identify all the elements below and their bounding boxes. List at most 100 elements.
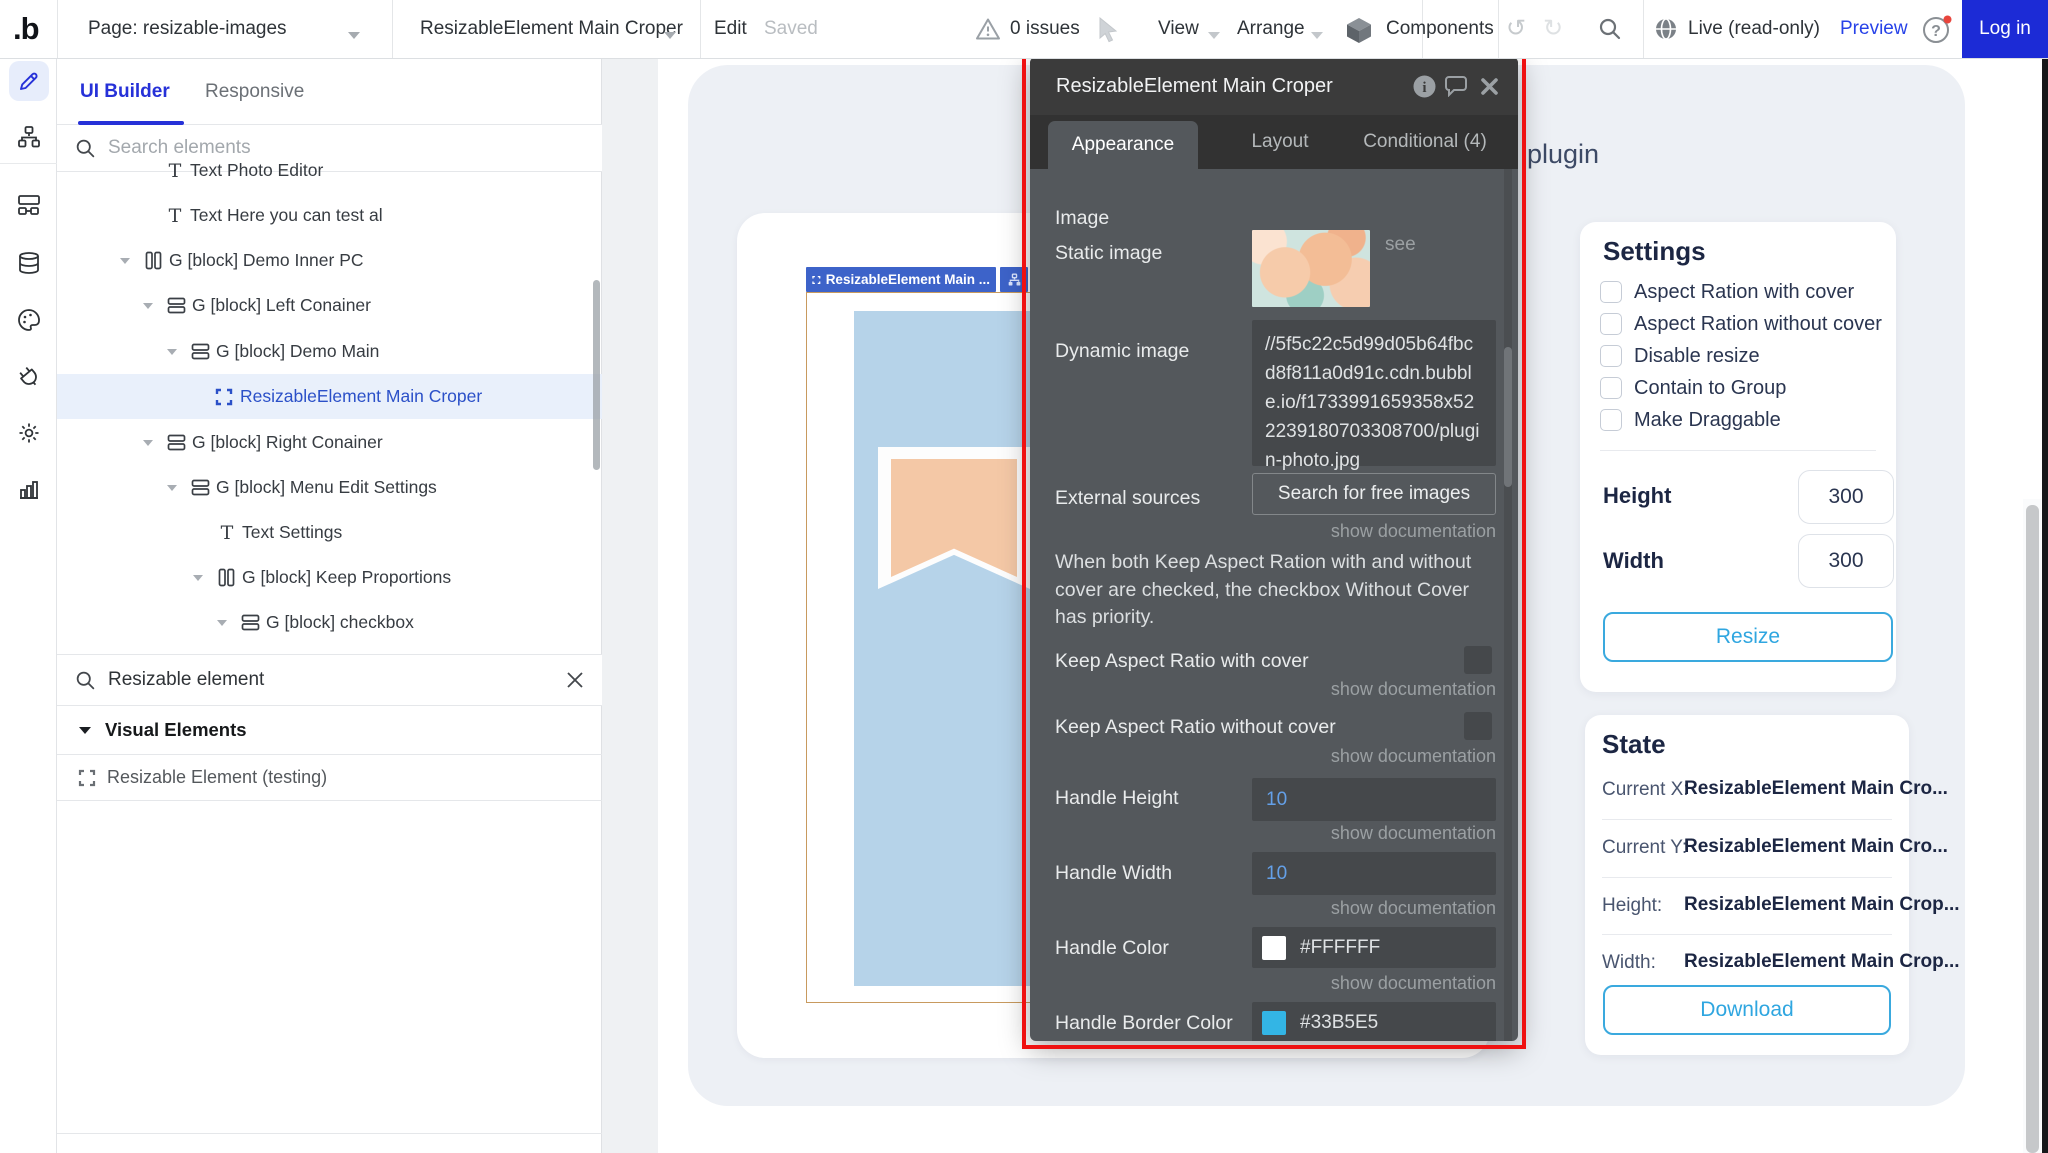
tree-row[interactable]: G [block] Keep Proportions bbox=[57, 555, 602, 600]
checkbox[interactable] bbox=[1600, 377, 1622, 399]
chevron-down-icon[interactable] bbox=[1311, 26, 1323, 44]
tree-row[interactable]: G [block] Demo Main bbox=[57, 329, 602, 374]
collapse-caret-icon[interactable] bbox=[167, 349, 177, 355]
login-button[interactable]: Log in bbox=[1962, 0, 2048, 58]
element-selector[interactable]: ResizableElement Main Croper bbox=[420, 0, 683, 58]
palette-item[interactable]: Resizable Element (testing) bbox=[57, 755, 602, 801]
components-menu[interactable]: Components bbox=[1386, 0, 1494, 58]
checkbox-row[interactable]: Aspect Ration with cover bbox=[1600, 277, 1854, 307]
search-free-images-button[interactable]: Search for free images bbox=[1252, 473, 1496, 515]
collapse-caret-icon[interactable] bbox=[193, 575, 203, 581]
resize-button[interactable]: Resize bbox=[1603, 612, 1893, 662]
height-input[interactable] bbox=[1798, 470, 1894, 524]
tree-row[interactable]: T Text Here you can test al bbox=[57, 193, 602, 238]
download-button[interactable]: Download bbox=[1603, 985, 1891, 1035]
tab-appearance[interactable]: Appearance bbox=[1048, 121, 1198, 169]
styles-palette-icon[interactable] bbox=[9, 300, 49, 340]
inspector-scrollbar-thumb[interactable] bbox=[1504, 347, 1512, 487]
design-pencil-icon[interactable] bbox=[9, 61, 49, 101]
tree-scrollbar[interactable] bbox=[593, 280, 600, 470]
show-documentation-link[interactable]: show documentation bbox=[1252, 973, 1496, 994]
collapse-caret-icon[interactable] bbox=[143, 440, 153, 446]
color-swatch[interactable] bbox=[1262, 936, 1286, 960]
tree-row[interactable]: G [block] Right Conainer bbox=[57, 420, 602, 465]
database-icon[interactable] bbox=[9, 243, 49, 283]
preview-button[interactable]: Preview bbox=[1840, 0, 1908, 58]
tree-row[interactable]: G [block] checkbox bbox=[57, 600, 602, 645]
chevron-down-icon[interactable] bbox=[664, 26, 676, 44]
handle-width-input[interactable] bbox=[1252, 852, 1496, 895]
handle-color-input[interactable]: #FFFFFF bbox=[1252, 927, 1496, 968]
help-icon[interactable]: ? bbox=[1922, 15, 1954, 45]
show-documentation-link[interactable]: show documentation bbox=[1252, 679, 1496, 700]
tab-conditional[interactable]: Conditional (4) bbox=[1350, 115, 1500, 169]
collapse-caret-icon[interactable] bbox=[217, 620, 227, 626]
static-image-thumbnail[interactable] bbox=[1252, 230, 1370, 307]
window-scrollbar-thumb[interactable] bbox=[2026, 505, 2039, 1153]
page-selector[interactable]: Page: resizable-images bbox=[88, 0, 287, 58]
collapse-caret-icon[interactable] bbox=[143, 303, 153, 309]
keep-aspect-with-cover-checkbox[interactable] bbox=[1464, 646, 1492, 674]
show-documentation-link[interactable]: show documentation bbox=[1252, 521, 1496, 542]
tree-row[interactable]: G [block] Demo Inner PC bbox=[57, 238, 602, 283]
tree-row[interactable]: T Text Photo Editor bbox=[57, 148, 602, 193]
info-icon[interactable]: i bbox=[1412, 74, 1436, 98]
chevron-down-icon[interactable] bbox=[1208, 26, 1220, 44]
keep-aspect-without-cover-checkbox[interactable] bbox=[1464, 712, 1492, 740]
tree-row[interactable]: T Text Settings bbox=[57, 510, 602, 555]
bubble-logo[interactable]: .b bbox=[13, 0, 39, 58]
see-link[interactable]: see bbox=[1385, 234, 1416, 256]
redo-icon[interactable]: ↻ bbox=[1543, 14, 1563, 43]
checkbox[interactable] bbox=[1600, 313, 1622, 335]
checkbox-row[interactable]: Make Draggable bbox=[1600, 405, 1781, 435]
checkbox[interactable] bbox=[1600, 409, 1622, 431]
selected-element-tag[interactable]: ResizableElement Main ... bbox=[806, 267, 996, 292]
tree-row-selected[interactable]: ResizableElement Main Croper bbox=[57, 374, 602, 419]
logs-chart-icon[interactable] bbox=[9, 469, 49, 509]
tab-responsive[interactable]: Responsive bbox=[205, 59, 304, 125]
inspector-scrollbar-track[interactable] bbox=[1504, 169, 1512, 1041]
comment-icon[interactable] bbox=[1444, 74, 1468, 98]
collapse-caret-icon[interactable] bbox=[167, 485, 177, 491]
inspector-header[interactable]: ResizableElement Main Croper i bbox=[1030, 57, 1518, 115]
dynamic-image-input[interactable]: //5f5c22c5d99d05b64fbcd8f811a0d91c.cdn.b… bbox=[1252, 320, 1496, 466]
settings-gear-icon[interactable] bbox=[9, 413, 49, 453]
tab-ui-builder[interactable]: UI Builder bbox=[80, 59, 170, 125]
edit-menu[interactable]: Edit bbox=[714, 0, 747, 58]
visual-elements-section[interactable]: Visual Elements bbox=[57, 706, 602, 755]
element-workflow-tag[interactable] bbox=[1000, 267, 1028, 292]
checkbox-row[interactable]: Disable resize bbox=[1600, 341, 1760, 371]
divider bbox=[1498, 0, 1499, 58]
live-mode-label[interactable]: Live (read-only) bbox=[1688, 0, 1820, 58]
plugins-plug-icon[interactable] bbox=[9, 357, 49, 397]
chevron-down-icon[interactable] bbox=[348, 26, 360, 44]
view-menu[interactable]: View bbox=[1158, 0, 1199, 58]
clear-search-icon[interactable] bbox=[566, 671, 584, 689]
tree-row[interactable]: G [block] Left Conainer bbox=[57, 283, 602, 328]
checkbox-row[interactable]: Contain to Group bbox=[1600, 373, 1786, 403]
width-input[interactable] bbox=[1798, 534, 1894, 588]
checkbox-row[interactable]: Aspect Ration without cover bbox=[1600, 309, 1882, 339]
palette-search[interactable] bbox=[57, 654, 602, 706]
components-cube-icon[interactable] bbox=[1344, 15, 1374, 45]
color-swatch[interactable] bbox=[1262, 1011, 1286, 1035]
tree-row[interactable]: G [block] Menu Edit Settings bbox=[57, 465, 602, 510]
checkbox[interactable] bbox=[1600, 281, 1622, 303]
show-documentation-link[interactable]: show documentation bbox=[1252, 898, 1496, 919]
arrange-menu[interactable]: Arrange bbox=[1237, 0, 1305, 58]
issues-counter[interactable]: 0 issues bbox=[1010, 0, 1080, 58]
checkbox[interactable] bbox=[1600, 345, 1622, 367]
close-icon[interactable] bbox=[1477, 74, 1501, 98]
palette-search-input[interactable] bbox=[108, 669, 554, 691]
handle-height-input[interactable] bbox=[1252, 778, 1496, 821]
collapse-caret-icon[interactable] bbox=[120, 258, 130, 264]
show-documentation-link[interactable]: show documentation bbox=[1252, 746, 1496, 767]
cursor-tool-icon[interactable] bbox=[1098, 17, 1120, 43]
search-icon[interactable] bbox=[1598, 17, 1622, 41]
blocks-icon[interactable] bbox=[9, 185, 49, 225]
show-documentation-link[interactable]: show documentation bbox=[1252, 823, 1496, 844]
undo-icon[interactable]: ↺ bbox=[1506, 14, 1526, 43]
tab-layout[interactable]: Layout bbox=[1225, 115, 1335, 169]
workflow-icon[interactable] bbox=[9, 117, 49, 157]
handle-border-color-input[interactable]: #33B5E5 bbox=[1252, 1002, 1496, 1041]
